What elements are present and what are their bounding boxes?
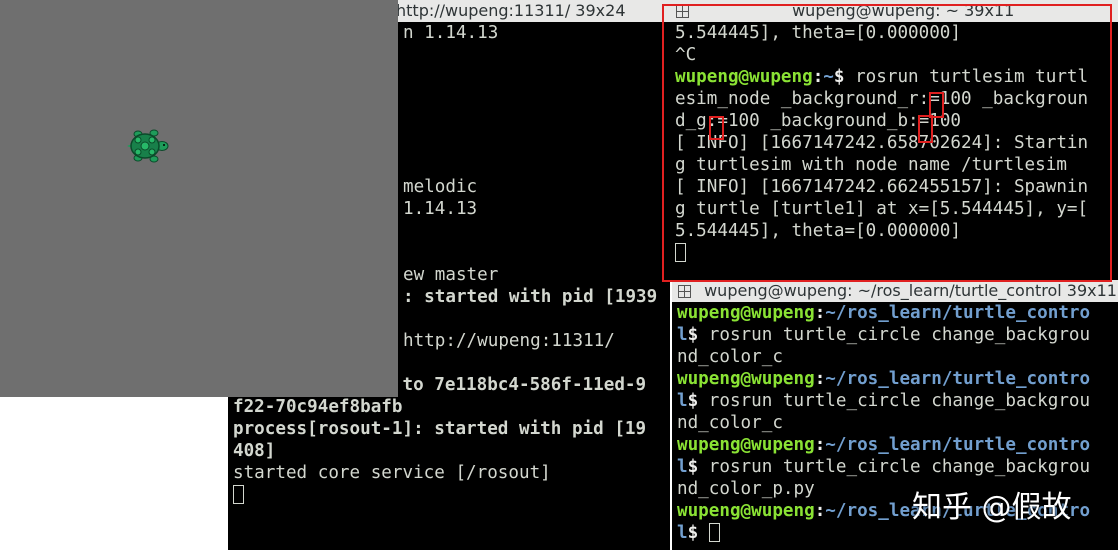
command-text: rosrun turtle_circle change_backgrou bbox=[708, 457, 1091, 477]
terminal-tab-icon[interactable] bbox=[678, 285, 691, 298]
terminal-cursor bbox=[708, 523, 720, 542]
prompt-path: ~/ros_learn/turtle_contro bbox=[825, 369, 1091, 389]
prompt-user: wupeng@wupeng bbox=[677, 303, 815, 323]
annotation-box-colon-b bbox=[918, 115, 933, 143]
output-line: 408] bbox=[233, 441, 276, 461]
annotation-box-colon-g bbox=[709, 116, 724, 140]
turtle-icon bbox=[127, 129, 169, 163]
terminal-cursor bbox=[233, 485, 244, 504]
output-line: started core service [/rosout] bbox=[233, 463, 551, 483]
prompt-user: wupeng@wupeng bbox=[677, 501, 815, 521]
command-text: rosrun turtle_circle change_backgrou bbox=[708, 325, 1091, 345]
command-text: rosrun turtle_circle change_backgrou bbox=[708, 391, 1091, 411]
terminal-title: wupeng@wupeng: ~/ros_learn/turtle_contro… bbox=[704, 281, 1117, 300]
output-line: process[rosout-1]: started with pid [19 bbox=[233, 419, 647, 439]
watermark: 知乎 @假故 bbox=[912, 490, 1072, 525]
prompt-path: ~/ros_learn/turtle_contro bbox=[825, 303, 1091, 323]
prompt-path: ~/ros_learn/turtle_contro bbox=[825, 435, 1091, 455]
prompt-user: wupeng@wupeng bbox=[677, 369, 815, 389]
turtle-control-terminal-titlebar[interactable]: wupeng@wupeng: ~/ros_learn/turtle_contro… bbox=[672, 280, 1118, 302]
output-line: f22-70c94ef8bafb bbox=[233, 397, 403, 417]
prompt-user: wupeng@wupeng bbox=[677, 435, 815, 455]
turtlesim-window[interactable] bbox=[0, 0, 398, 397]
annotation-box-terminal bbox=[662, 4, 1112, 282]
